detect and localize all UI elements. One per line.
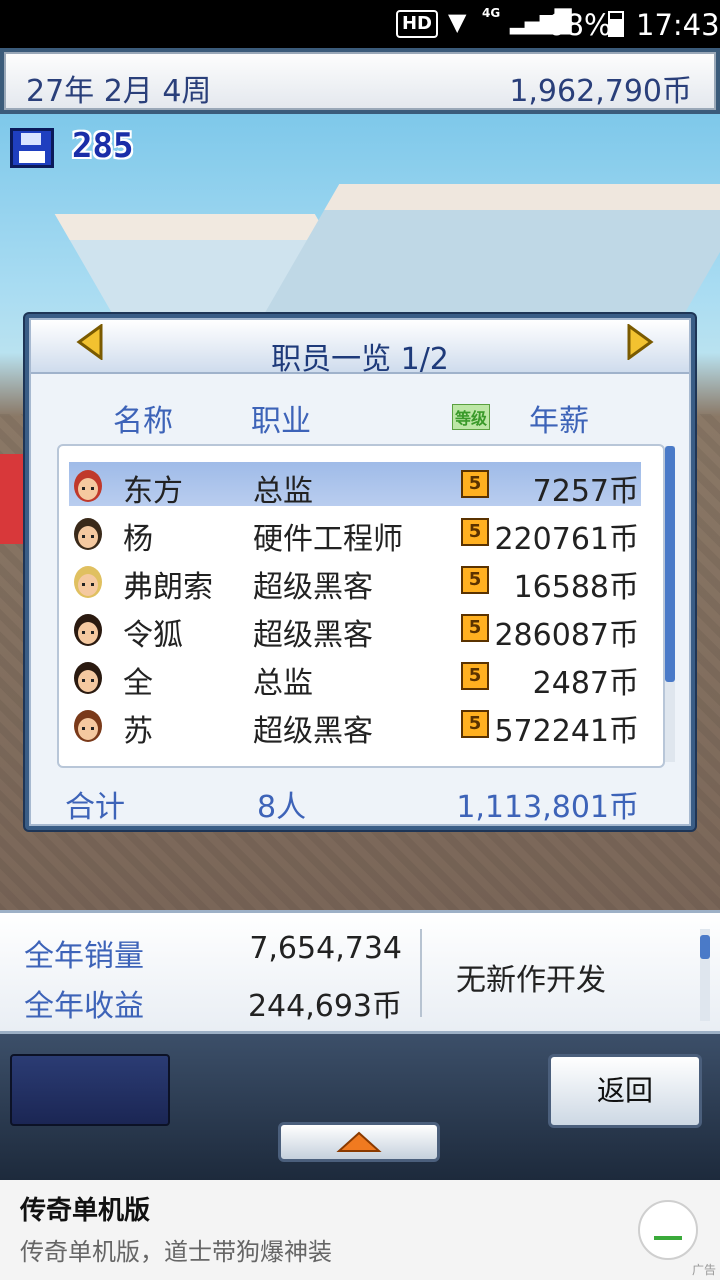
status-bar: HD ▼ 4G ▂▄▆█ 68% 17:43 [0,0,720,48]
floppy-disk-icon[interactable] [10,128,54,168]
ad-action-button[interactable] [638,1200,698,1260]
staff-portrait-icon [69,558,107,602]
top-info-panel: 27年 2月 4周 1,962,790币 [4,52,716,110]
staff-portrait-icon [69,510,107,554]
annual-stats-panel: 全年销量 7,654,734 全年收益 244,693币 无新作开发 [0,910,720,1034]
staff-name: 苏 [123,714,153,749]
ad-subtitle[interactable]: 传奇单机版，道士带狗爆神装 [20,1232,332,1267]
staff-name: 全 [123,666,153,701]
staff-level-badge: 5 [461,662,489,690]
staff-name: 弗朗索 [123,570,213,605]
back-button[interactable]: 返回 [548,1054,702,1128]
ad-banner[interactable]: 传奇单机版 传奇单机版，道士带狗爆神装 广告 [0,1180,720,1280]
staff-name: 东方 [123,474,183,509]
annual-revenue-label: 全年收益 [24,989,144,1024]
staff-salary: 16588币 [513,570,639,605]
next-page-arrow-icon[interactable] [625,323,655,361]
staff-job: 超级黑客 [253,618,373,653]
staff-list: 东方 总监 5 7257币杨硬件工程师 5 220761币 弗朗索 超级黑客 5 16588币 令狐… [57,444,665,768]
staff-level-badge: 5 [461,566,489,594]
staff-row[interactable]: 东方 总监 5 7257币 [69,462,641,509]
battery-icon [608,11,624,37]
staff-salary: 220761币 [494,522,639,557]
staff-portrait-icon [69,702,107,746]
control-bar: 返回 [0,1034,720,1180]
dialog-frame: 职员一览 1/2 名称 职业 等级 年薪 东方 总监 5 7257币杨硬件工程师 5 22… [29,318,691,826]
red-shelf [0,454,26,544]
ad-title[interactable]: 传奇单机版 [20,1190,150,1227]
staff-list-dialog: 职员一览 1/2 名称 职业 等级 年薪 东方 总监 5 7257币杨硬件工程师 5 22… [25,314,695,830]
staff-job: 总监 [253,474,313,509]
staff-row[interactable]: 弗朗索 超级黑客 5 16588币 [69,558,641,605]
network-type: 4G [482,6,501,20]
dialog-title: 职员一览 1/2 [271,342,449,377]
total-label: 合计 [65,790,125,825]
annual-sales-label: 全年销量 [24,939,144,974]
staff-level-badge: 5 [461,518,489,546]
staff-portrait-icon [69,654,107,698]
top-info-bar: 27年 2月 4周 1,962,790币 [0,48,720,114]
up-arrow-icon [336,1131,382,1152]
funds: 1,962,790币 [509,74,692,109]
development-status: 无新作开发 [456,963,606,998]
staff-portrait-icon [69,462,107,506]
ad-tag: 广告 [691,1263,716,1277]
staff-level-badge: 5 [461,470,489,498]
game-date: 27年 2月 4周 [26,74,212,109]
staff-job: 总监 [253,666,313,701]
staff-job: 超级黑客 [253,570,373,605]
save-count: 285 [72,126,134,166]
staff-salary: 7257币 [532,474,639,509]
staff-level-badge: 5 [461,710,489,738]
staff-name: 令狐 [123,618,183,653]
staff-salary: 286087币 [494,618,639,653]
header-level[interactable]: 等级 [452,404,491,430]
stats-scrollbar-thumb[interactable] [700,935,710,959]
hd-indicator: HD [396,10,438,38]
staff-portrait-icon [69,606,107,650]
staff-salary: 2487币 [532,666,639,701]
list-scrollbar-thumb[interactable] [665,446,675,682]
header-job[interactable]: 职业 [251,396,311,440]
staff-row[interactable]: 苏 超级黑客 5 572241币 [69,702,641,749]
staff-job: 硬件工程师 [253,522,403,557]
clock: 17:43 [636,8,720,42]
expand-menu-button[interactable] [278,1122,440,1162]
dialog-titlebar: 职员一览 1/2 [31,320,689,377]
header-salary[interactable]: 年薪 [529,396,589,440]
annual-sales-value: 7,654,734 [249,931,402,966]
staff-row[interactable]: 令狐 超级黑客 5 286087币 [69,606,641,653]
staff-job: 超级黑客 [253,714,373,749]
annual-revenue-value: 244,693币 [247,989,402,1024]
blank-panel[interactable] [10,1054,170,1126]
wifi-icon: ▼ [448,8,467,36]
staff-name: 杨 [123,522,153,557]
battery-percent: 68% [547,8,612,42]
total-salary: 1,113,801币 [456,790,639,825]
staff-row[interactable]: 杨 硬件工程师 5 220761币 [69,510,641,557]
stats-divider [420,929,422,1017]
total-count: 8人 [257,790,307,825]
header-name[interactable]: 名称 [113,396,173,440]
staff-salary: 572241币 [494,714,639,749]
staff-level-badge: 5 [461,614,489,642]
staff-row[interactable]: 全 总监 5 2487币 [69,654,641,701]
